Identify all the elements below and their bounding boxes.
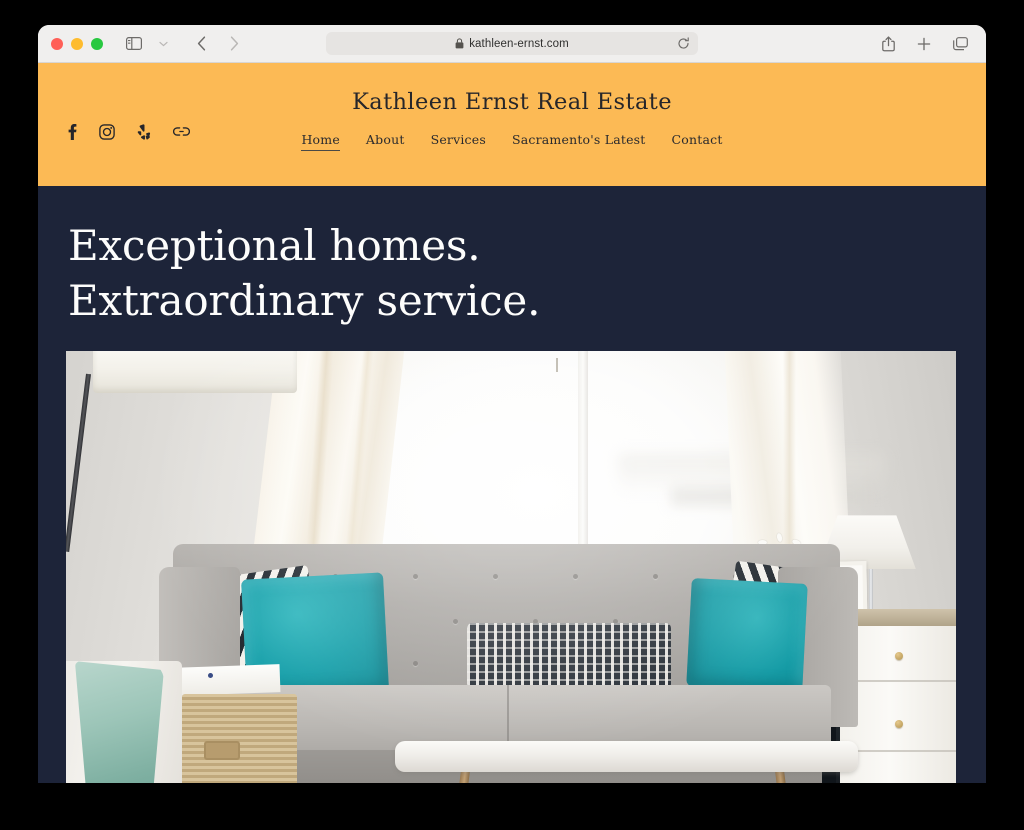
nav-item-home[interactable]: Home [301, 132, 340, 151]
reload-icon[interactable] [677, 37, 690, 50]
page-viewport: Kathleen Ernst Real Estate Home About Se… [38, 63, 986, 783]
marble-coffee-table [395, 740, 859, 772]
new-tab-icon[interactable] [911, 32, 937, 56]
nav-item-contact[interactable]: Contact [672, 132, 723, 150]
yelp-icon[interactable] [137, 123, 151, 140]
sidebar-icon[interactable] [121, 32, 147, 56]
facebook-icon[interactable] [68, 123, 77, 140]
chevron-down-icon[interactable] [150, 32, 176, 56]
papers-on-table [172, 663, 281, 696]
teal-pillow-right [686, 578, 808, 693]
drawer-knob [894, 719, 903, 728]
browser-window: kathleen-ernst.com Kathleen Ernst Real E… [38, 25, 986, 783]
zoom-window-button[interactable] [91, 37, 103, 50]
forward-icon[interactable] [221, 32, 247, 56]
patterned-lumbar-pillow [466, 623, 672, 690]
hero-section: Exceptional homes. Extraordinary service… [38, 186, 986, 329]
url-text: kathleen-ernst.com [469, 37, 569, 50]
basket-handle [203, 740, 240, 760]
nav-item-services[interactable]: Services [431, 132, 486, 150]
floor-lamp-shade [92, 350, 298, 394]
hero-headline-line-2: Extraordinary service. [68, 276, 541, 326]
window-controls [51, 37, 103, 50]
lock-icon [455, 38, 464, 49]
minimize-window-button[interactable] [71, 37, 83, 50]
link-icon[interactable] [173, 126, 190, 137]
site-header: Kathleen Ernst Real Estate Home About Se… [38, 63, 986, 186]
site-title: Kathleen Ernst Real Estate [352, 89, 672, 115]
hero-headline-line-1: Exceptional homes. [68, 221, 481, 270]
nav-item-sacramentos-latest[interactable]: Sacramento's Latest [512, 132, 646, 150]
drawer-knob [894, 651, 903, 660]
close-window-button[interactable] [51, 37, 63, 50]
instagram-icon[interactable] [99, 123, 115, 140]
curtain-hook [555, 357, 558, 372]
living-room-photo [66, 350, 956, 783]
address-bar[interactable]: kathleen-ernst.com [326, 32, 698, 55]
tab-overview-icon[interactable] [947, 32, 973, 56]
share-icon[interactable] [875, 32, 901, 56]
social-links [68, 123, 190, 140]
toolbar-actions [875, 32, 973, 56]
back-icon[interactable] [188, 32, 214, 56]
hero-image [66, 350, 956, 783]
navigation-arrows [188, 32, 247, 56]
sidebar-controls [121, 32, 176, 56]
mint-throw-blanket [74, 661, 164, 783]
woven-basket [181, 693, 298, 783]
browser-toolbar: kathleen-ernst.com [38, 25, 986, 63]
nav-item-about[interactable]: About [366, 132, 405, 150]
